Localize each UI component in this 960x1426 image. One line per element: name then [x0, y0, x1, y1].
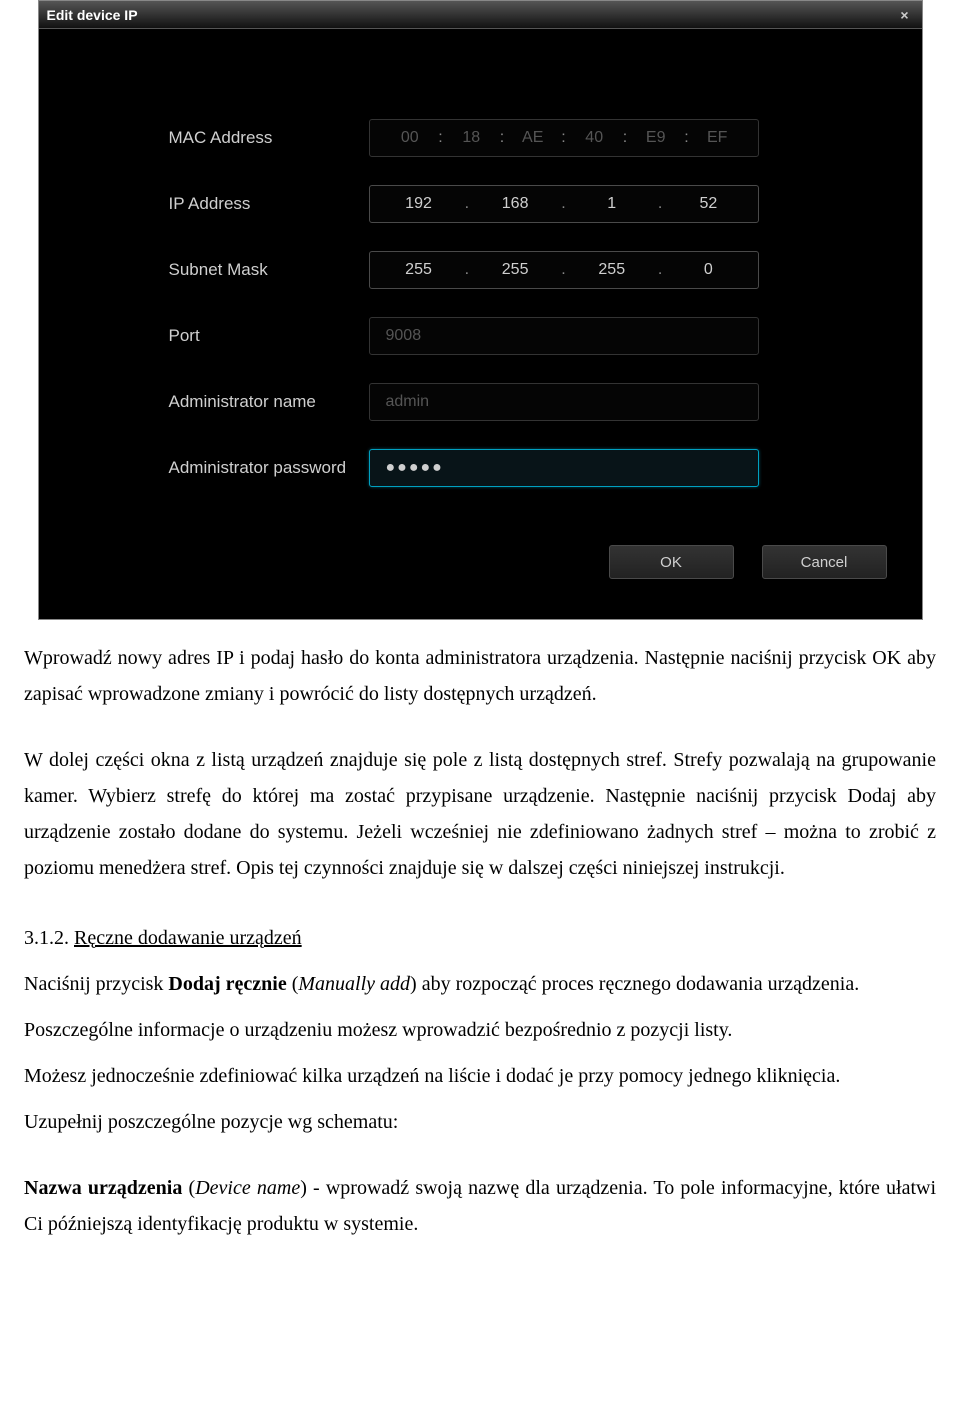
- ok-button[interactable]: OK: [609, 545, 734, 579]
- ip-sep: .: [658, 195, 662, 213]
- doc-p2: W dolej części okna z listą urządzeń zna…: [24, 742, 936, 886]
- mac-sep: :: [561, 129, 565, 147]
- admin-name-row: Administrator name admin: [39, 383, 922, 421]
- doc-p6: Uzupełnij poszczególne pozycje wg schema…: [24, 1104, 936, 1140]
- mac-o1: 00: [390, 129, 430, 147]
- mac-sep: :: [623, 129, 627, 147]
- sn-o2: 255: [495, 261, 535, 279]
- ip-label: IP Address: [169, 194, 369, 214]
- mac-o6: EF: [697, 129, 737, 147]
- mac-label: MAC Address: [169, 128, 369, 148]
- cancel-button[interactable]: Cancel: [762, 545, 887, 579]
- dialog-content: MAC Address 00 : 18 : AE : 40 : E9 : EF …: [39, 29, 922, 619]
- admin-name-value: admin: [386, 393, 430, 411]
- doc-p1: Wprowadź nowy adres IP i podaj hasło do …: [24, 640, 936, 712]
- doc-p7: Nazwa urządzenia (Device name) - wprowad…: [24, 1170, 936, 1242]
- mac-o5: E9: [636, 129, 676, 147]
- h-text: Ręczne dodawanie urządzeń: [74, 927, 302, 949]
- sn-sep: .: [561, 261, 565, 279]
- document-text: Wprowadź nowy adres IP i podaj hasło do …: [20, 640, 940, 1282]
- port-label: Port: [169, 326, 369, 346]
- port-row: Port 9008: [39, 317, 922, 355]
- mac-row: MAC Address 00 : 18 : AE : 40 : E9 : EF: [39, 119, 922, 157]
- ip-o2: 168: [495, 195, 535, 213]
- port-value: 9008: [386, 327, 422, 345]
- mac-o3: AE: [513, 129, 553, 147]
- button-row: OK Cancel: [39, 515, 922, 599]
- subnet-field[interactable]: 255 . 255 . 255 . 0: [369, 251, 759, 289]
- ip-o3: 1: [592, 195, 632, 213]
- admin-pw-value: ●●●●●: [386, 459, 444, 477]
- admin-name-label: Administrator name: [169, 392, 369, 412]
- subnet-row: Subnet Mask 255 . 255 . 255 . 0: [39, 251, 922, 289]
- sn-o4: 0: [688, 261, 728, 279]
- ip-o4: 52: [688, 195, 728, 213]
- sn-o3: 255: [592, 261, 632, 279]
- admin-pw-field[interactable]: ●●●●●: [369, 449, 759, 487]
- admin-pw-row: Administrator password ●●●●●: [39, 449, 922, 487]
- doc-p3: Naciśnij przycisk Dodaj ręcznie (Manuall…: [24, 966, 936, 1002]
- close-icon[interactable]: ×: [896, 6, 914, 24]
- ip-o1: 192: [399, 195, 439, 213]
- sn-sep: .: [465, 261, 469, 279]
- doc-p5: Możesz jednocześnie zdefiniować kilka ur…: [24, 1058, 936, 1094]
- ip-sep: .: [561, 195, 565, 213]
- port-field[interactable]: 9008: [369, 317, 759, 355]
- admin-pw-label: Administrator password: [169, 458, 369, 478]
- ip-sep: .: [465, 195, 469, 213]
- mac-field: 00 : 18 : AE : 40 : E9 : EF: [369, 119, 759, 157]
- titlebar: Edit device IP ×: [39, 1, 922, 29]
- admin-name-field[interactable]: admin: [369, 383, 759, 421]
- mac-sep: :: [684, 129, 688, 147]
- subnet-label: Subnet Mask: [169, 260, 369, 280]
- sn-o1: 255: [399, 261, 439, 279]
- mac-sep: :: [500, 129, 504, 147]
- window-title: Edit device IP: [47, 7, 138, 23]
- doc-heading: 3.1.2. Ręczne dodawanie urządzeń: [24, 920, 936, 956]
- mac-o2: 18: [451, 129, 491, 147]
- h-num: 3.1.2.: [24, 927, 74, 949]
- ip-field[interactable]: 192 . 168 . 1 . 52: [369, 185, 759, 223]
- edit-device-ip-dialog: Edit device IP × MAC Address 00 : 18 : A…: [38, 0, 923, 620]
- mac-sep: :: [438, 129, 442, 147]
- sn-sep: .: [658, 261, 662, 279]
- doc-p4: Poszczególne informacje o urządzeniu moż…: [24, 1012, 936, 1048]
- ip-row: IP Address 192 . 168 . 1 . 52: [39, 185, 922, 223]
- mac-o4: 40: [574, 129, 614, 147]
